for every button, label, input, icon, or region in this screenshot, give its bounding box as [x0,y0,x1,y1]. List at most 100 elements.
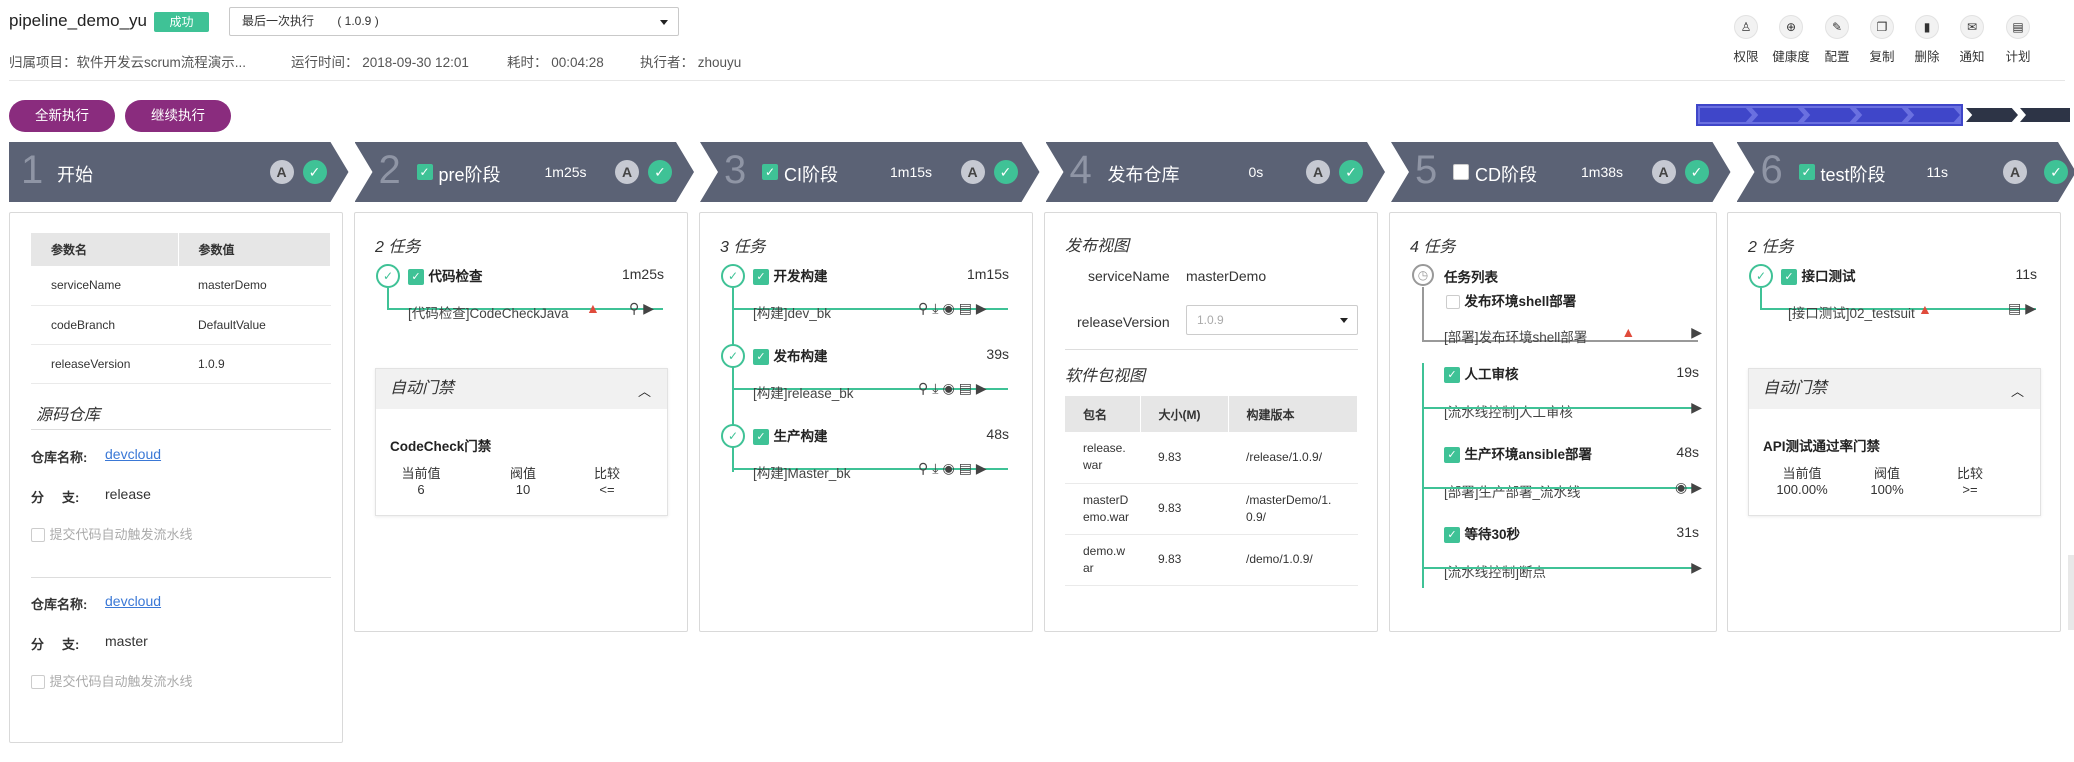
location-icon[interactable]: ⚲ [918,300,932,316]
stage-3[interactable]: 3 ✓ CI阶段 1m15s A ✓ [700,142,1040,202]
task-checkbox[interactable]: ✓ [1444,366,1460,383]
toolbar-label: 配置 [1824,50,1850,64]
repo-link[interactable]: devcloud [105,593,161,609]
toolbar-trash-button[interactable]: ▮ 删除 [1905,15,1949,65]
log-icon[interactable]: ▤ [959,380,976,396]
eye-icon[interactable]: ◉ [942,300,958,316]
task-checkbox[interactable]: ✓ [753,268,769,285]
stage-5[interactable]: 5 CD阶段 1m38s A ✓ [1391,142,1731,202]
task-checkbox[interactable]: ✓ [408,268,424,285]
task-checkbox[interactable]: ✓ [1444,526,1460,543]
location-icon[interactable]: ⚲ [918,380,932,396]
scrollbar[interactable] [2068,555,2074,630]
task-checkbox[interactable]: ✓ [753,428,769,445]
auto-mode-icon[interactable]: A [2003,160,2027,184]
auto-mode-icon[interactable]: A [1306,160,1330,184]
release-version-select[interactable]: 1.0.9 [1186,305,1358,335]
task-name: 发布构建 [773,349,828,364]
log-icon[interactable]: ▤ [2008,300,2025,316]
job-name[interactable]: [构建]release_bk [753,382,854,402]
task-header[interactable]: ✓ 接口测试 [1781,265,1855,286]
task-time: 48s [986,426,1009,442]
stage-checkbox[interactable]: ✓ [417,164,433,180]
rerun-all-button[interactable]: 全新执行 [9,100,115,132]
download-icon[interactable]: ⤓ [932,380,942,396]
play-icon[interactable]: ▶ [1691,479,1706,495]
stage-2[interactable]: 2 ✓ pre阶段 1m25s A ✓ [355,142,695,202]
task-checkbox[interactable]: ✓ [753,348,769,365]
stage-4[interactable]: 4 发布仓库 0s A ✓ [1046,142,1386,202]
play-icon[interactable]: ▶ [2025,300,2040,316]
play-icon[interactable]: ▶ [976,380,991,396]
pkg-header-name: 包名 [1065,396,1141,432]
toolbar-permission-button[interactable]: ♙ 权限 [1724,15,1768,65]
download-icon[interactable]: ⤓ [932,300,942,316]
auto-trigger-checkbox[interactable] [31,674,45,689]
pkg-name: masterD emo.war [1065,483,1140,535]
eye-icon[interactable]: ◉ [1675,479,1691,495]
job-name[interactable]: [流水线控制]人工审核 [1444,401,1573,421]
auto-mode-icon[interactable]: A [615,160,639,184]
play-icon[interactable]: ▶ [976,300,991,316]
job-name[interactable]: [部署]生产部署_流水线 [1444,481,1581,501]
run-select[interactable]: 最后一次执行 ( 1.0.9 ) [229,7,679,36]
toolbar-pencil-button[interactable]: ✎ 配置 [1815,15,1859,65]
task-header[interactable]: ✓ 生产构建 [753,425,827,446]
play-icon[interactable]: ▶ [976,460,991,476]
task-checkbox[interactable] [1446,294,1460,309]
auto-trigger-checkbox[interactable] [31,527,45,542]
stage-time: 1m38s [1581,164,1624,180]
minimap-stage [2020,108,2070,122]
repo-link[interactable]: devcloud [105,446,161,462]
toolbar-label: 权限 [1733,50,1759,64]
job-name[interactable]: [构建]Master_bk [753,462,851,482]
pipeline-minimap[interactable] [1696,104,2073,126]
stage-checkbox[interactable]: ✓ [762,164,778,180]
task-header[interactable]: ✓ 代码检查 [408,265,482,286]
task-header[interactable]: ✓ 人工审核 [1444,363,1518,384]
task-header[interactable]: ✓ 等待30秒 [1444,523,1520,544]
play-icon[interactable]: ▶ [1691,324,1706,340]
stage-1[interactable]: 1 开始 A ✓ [9,142,349,202]
play-icon[interactable]: ▶ [1691,399,1706,415]
stage-checkbox[interactable] [1453,164,1469,180]
task-checkbox[interactable]: ✓ [1444,446,1460,463]
toolbar-mail-button[interactable]: ✉ 通知 [1950,15,1994,65]
toolbar-copy-button[interactable]: ❐ 复制 [1860,15,1904,65]
job-name[interactable]: [流水线控制]断点 [1444,561,1546,581]
log-icon[interactable]: ▤ [959,300,976,316]
location-icon[interactable]: ⚲ [629,300,643,316]
minimap-stage [1856,108,1908,122]
success-check-icon: ✓ [1749,264,1773,288]
download-icon[interactable]: ⤓ [932,460,942,476]
task-header[interactable]: ✓ 开发构建 [753,265,827,286]
stage-checkbox[interactable]: ✓ [1799,164,1815,180]
auto-mode-icon[interactable]: A [270,160,294,184]
resume-button[interactable]: 继续执行 [125,100,231,132]
task-checkbox[interactable]: ✓ [1781,268,1797,285]
task-count: 2 任务 [375,239,421,256]
play-icon[interactable]: ▶ [643,300,658,316]
auto-mode-icon[interactable]: A [1652,160,1676,184]
location-icon[interactable]: ⚲ [918,460,932,476]
play-icon[interactable]: ▶ [1691,559,1706,575]
toolbar-schedule-button[interactable]: ▤ 计划 [1996,15,2040,65]
job-name[interactable]: [接口测试]02_testsuit [1788,302,1915,322]
chevron-up-icon[interactable]: ︿ [638,381,651,400]
toolbar-health-button[interactable]: ⊕ 健康度 [1769,15,1813,65]
job-name[interactable]: [部署]发布环境shell部署 [1444,326,1587,346]
log-icon[interactable]: ▤ [959,460,976,476]
success-check-icon: ✓ [303,160,327,184]
eye-icon[interactable]: ◉ [942,380,958,396]
eye-icon[interactable]: ◉ [942,460,958,476]
auto-mode-icon[interactable]: A [961,160,985,184]
chevron-up-icon[interactable]: ︿ [2011,381,2024,400]
toolbar-label: 健康度 [1772,50,1810,64]
task-header[interactable]: ✓ 生产环境ansible部署 [1444,443,1592,464]
stage-6[interactable]: 6 ✓ test阶段 11s A ✓ [1737,142,2074,202]
task-list-title: 任务列表 [1444,270,1498,285]
job-name[interactable]: [代码检查]CodeCheckJava [408,302,569,322]
task-header[interactable]: ✓ 发布构建 [753,345,827,366]
task-header[interactable]: 发布环境shell部署 [1446,290,1576,311]
job-name[interactable]: [构建]dev_bk [753,302,831,322]
